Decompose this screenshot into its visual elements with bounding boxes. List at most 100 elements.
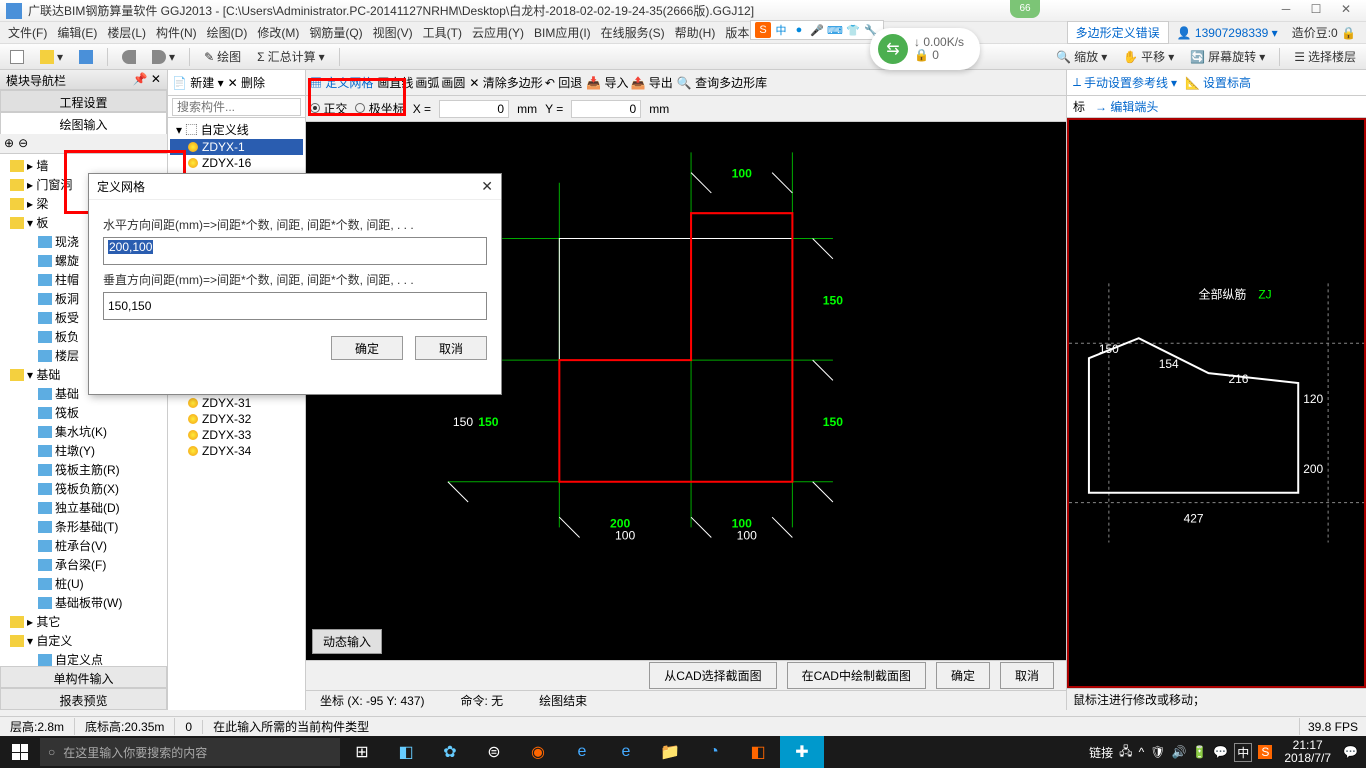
menu-item[interactable]: 云应用(Y): [468, 22, 528, 43]
user-id[interactable]: 👤 13907298339 ▾: [1171, 26, 1284, 40]
tree-row[interactable]: 筏板负筋(X): [2, 479, 165, 498]
undo-button[interactable]: [116, 48, 142, 66]
menu-item[interactable]: 工具(T): [419, 22, 466, 43]
tray-clock[interactable]: 21:172018/7/7: [1278, 739, 1337, 765]
rotate-button[interactable]: 🔄 屏幕旋转 ▾: [1184, 46, 1271, 67]
dialog-cancel-button[interactable]: 取消: [415, 336, 487, 360]
cad-ok-button[interactable]: 确定: [936, 662, 990, 689]
tree-row[interactable]: 承台梁(F): [2, 555, 165, 574]
ime-skin-icon[interactable]: 👕: [845, 22, 861, 38]
menu-item[interactable]: 编辑(E): [53, 22, 101, 43]
tray-link[interactable]: 链接: [1089, 744, 1113, 761]
menu-item[interactable]: BIM应用(I): [530, 22, 595, 43]
report-preview-button[interactable]: 报表预览: [0, 688, 167, 710]
tree-row[interactable]: 柱墩(Y): [2, 441, 165, 460]
tray-power-icon[interactable]: 🔋: [1192, 745, 1207, 759]
section-preview-canvas[interactable]: 全部纵筋 ZJ 150 154 216 120 200 427: [1067, 118, 1366, 688]
tree-row[interactable]: 独立基础(D): [2, 498, 165, 517]
back-button[interactable]: ↶ 回退: [545, 74, 582, 91]
comp-search-input[interactable]: [172, 98, 301, 116]
menu-item[interactable]: 在线服务(S): [597, 22, 669, 43]
tree-row[interactable]: 筏板: [2, 403, 165, 422]
comp-item[interactable]: ZDYX-34: [170, 443, 303, 459]
query-polygon-button[interactable]: 🔍 查询多边形库: [677, 74, 767, 91]
pan-button[interactable]: ✋ 平移 ▾: [1117, 46, 1180, 67]
taskbar-app-7[interactable]: ✚: [780, 736, 824, 768]
taskbar-search[interactable]: ○ 在这里输入你要搜索的内容: [40, 738, 340, 766]
tree-row[interactable]: 桩(U): [2, 574, 165, 593]
zoom-button[interactable]: 🔍 缩放 ▾: [1050, 46, 1113, 67]
menu-item[interactable]: 视图(V): [369, 22, 417, 43]
taskbar-app-5[interactable]: ◔: [692, 736, 736, 768]
start-button[interactable]: [0, 736, 40, 768]
tree-row[interactable]: 集水坑(K): [2, 422, 165, 441]
draw-circle-button[interactable]: 画圆: [441, 74, 465, 91]
comp-item[interactable]: ZDYX-33: [170, 427, 303, 443]
tree-row[interactable]: ▾ 自定义: [2, 631, 165, 650]
taskbar-app-4[interactable]: ◉: [516, 736, 560, 768]
comp-item[interactable]: ZDYX-16: [170, 155, 303, 171]
minimize-button[interactable]: ─: [1272, 2, 1300, 20]
tray-ime-s[interactable]: S: [1258, 745, 1272, 759]
tree-row[interactable]: 自定义点: [2, 650, 165, 666]
taskbar-app-1[interactable]: ◧: [384, 736, 428, 768]
tray-ime-zh[interactable]: 中: [1234, 743, 1252, 762]
ime-sogou-icon[interactable]: S: [755, 22, 771, 38]
sum-calc-button[interactable]: Σ 汇总计算 ▾: [251, 46, 330, 67]
ime-voice-icon[interactable]: 🎤: [809, 22, 825, 38]
error-tab[interactable]: 多边形定义错误: [1067, 21, 1169, 44]
polar-radio[interactable]: 极坐标: [355, 100, 404, 117]
tray-msg-icon[interactable]: 💬: [1213, 745, 1228, 759]
draw-line-button[interactable]: 画直线: [377, 74, 413, 91]
cad-pick-section-button[interactable]: 从CAD选择截面图: [649, 662, 776, 689]
tree-row[interactable]: 桩承台(V): [2, 536, 165, 555]
maximize-button[interactable]: ☐: [1302, 2, 1330, 20]
menu-item[interactable]: 绘图(D): [203, 22, 252, 43]
import-button[interactable]: 📥 导入: [586, 74, 628, 91]
tray-up-icon[interactable]: ^: [1139, 745, 1145, 759]
open-file-button[interactable]: ▾: [34, 48, 69, 66]
edit-endpoint-button[interactable]: → 编辑端头: [1095, 98, 1158, 115]
horizontal-spacing-input[interactable]: 200,100: [103, 237, 487, 265]
tray-vol-icon[interactable]: 🔊: [1171, 745, 1186, 759]
dynamic-input-button[interactable]: 动态输入: [312, 629, 382, 654]
comp-tree-header[interactable]: ▾ ⬚ 自定义线: [170, 120, 303, 139]
comp-item-selected[interactable]: ZDYX-1: [170, 139, 303, 155]
right-sub-label[interactable]: 标: [1073, 98, 1085, 115]
menu-item[interactable]: 构件(N): [152, 22, 201, 43]
export-button[interactable]: 📤 导出: [631, 74, 673, 91]
ime-lang-icon[interactable]: 中: [773, 22, 789, 38]
ime-keyboard-icon[interactable]: ⌨: [827, 22, 843, 38]
menu-item[interactable]: 钢筋量(Q): [305, 22, 366, 43]
draw-button[interactable]: ✎ 绘图: [198, 46, 247, 67]
comp-delete-button[interactable]: ✕ 删除: [228, 74, 265, 91]
close-button[interactable]: ✕: [1332, 2, 1360, 20]
redo-button[interactable]: ▾: [146, 48, 181, 66]
tray-net-icon[interactable]: 🖧: [1119, 742, 1132, 763]
select-floor-button[interactable]: ☰ 选择楼层: [1288, 46, 1362, 67]
tree-row[interactable]: 筏板主筋(R): [2, 460, 165, 479]
ime-toolbar[interactable]: S 中 ● 🎤 ⌨ 👕 🔧: [750, 20, 884, 40]
menu-item[interactable]: 帮助(H): [671, 22, 720, 43]
menu-item[interactable]: 文件(F): [4, 22, 51, 43]
x-input[interactable]: [439, 100, 509, 118]
single-component-input-button[interactable]: 单构件输入: [0, 666, 167, 688]
set-ref-line-button[interactable]: ⟂ 手动设置参考线 ▾: [1073, 74, 1177, 91]
nav-panel-pin-icon[interactable]: 📌 ✕: [133, 72, 161, 87]
clear-polygon-button[interactable]: ✕ 清除多边形: [469, 74, 542, 91]
tree-row[interactable]: 条形基础(T): [2, 517, 165, 536]
tab-engineering-settings[interactable]: 工程设置: [0, 90, 167, 112]
tray-shield-icon[interactable]: 🛡: [1150, 745, 1165, 759]
comp-new-button[interactable]: 📄 新建 ▾: [172, 74, 224, 91]
cad-draw-section-button[interactable]: 在CAD中绘制截面图: [787, 662, 926, 689]
ime-punct-icon[interactable]: ●: [791, 22, 807, 38]
save-file-button[interactable]: [73, 48, 99, 66]
task-view-icon[interactable]: ⊞: [340, 736, 384, 768]
tree-expand-icon[interactable]: ⊕: [4, 136, 14, 151]
tray-notifications-icon[interactable]: 💬: [1343, 745, 1358, 759]
taskbar-app-3[interactable]: ⊜: [472, 736, 516, 768]
tree-collapse-icon[interactable]: ⊖: [18, 136, 28, 151]
dialog-ok-button[interactable]: 确定: [331, 336, 403, 360]
taskbar-explorer-icon[interactable]: 📁: [648, 736, 692, 768]
comp-item[interactable]: ZDYX-31: [170, 395, 303, 411]
